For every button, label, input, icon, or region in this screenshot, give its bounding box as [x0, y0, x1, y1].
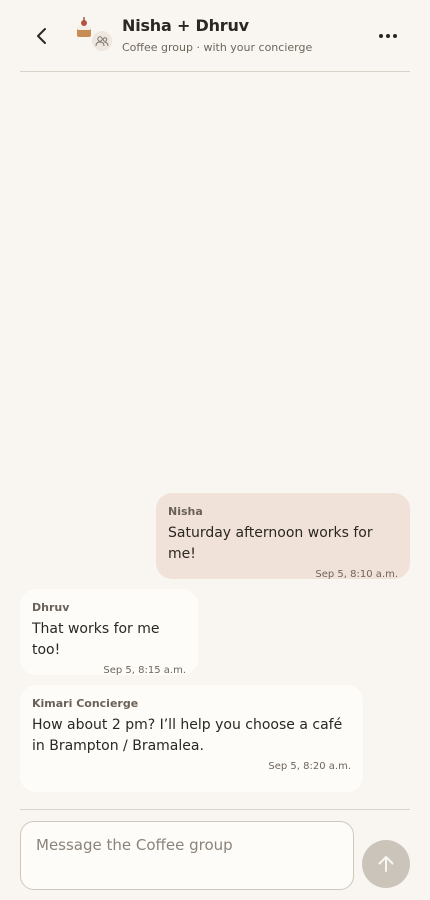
chat-title: Nisha + Dhruv: [122, 16, 249, 35]
message-text: That works for me too!: [32, 621, 160, 658]
more-options-button[interactable]: [372, 22, 404, 50]
back-button[interactable]: [28, 22, 56, 50]
send-button[interactable]: [362, 840, 410, 888]
group-avatar[interactable]: [72, 15, 114, 53]
message-text: How about 2 pm? I’ll help you choose a c…: [32, 717, 343, 754]
message-bubble[interactable]: Dhruv That works for me too! Sep 5, 8:15…: [20, 589, 198, 676]
more-dot: [386, 34, 390, 38]
group-icon: [95, 36, 109, 47]
header-divider: [20, 71, 410, 72]
message-composer[interactable]: [20, 821, 354, 890]
arrow-up-icon: [378, 856, 394, 872]
message-sender: Dhruv: [32, 601, 70, 614]
more-horizontal-icon: [379, 34, 383, 38]
message-sender: Nisha: [168, 505, 203, 518]
chat-title-block[interactable]: Nisha + Dhruv Coffee group · with your c…: [122, 16, 312, 54]
message-sender: Kimari Concierge: [32, 697, 139, 710]
chat-subtitle: Coffee group · with your concierge: [122, 41, 313, 54]
chevron-left-icon: [37, 28, 46, 44]
message-input[interactable]: [36, 836, 338, 875]
more-dot: [393, 34, 397, 38]
composer-divider: [20, 809, 410, 810]
message-text: Saturday afternoon works for me!: [168, 525, 373, 562]
group-badge: [90, 29, 114, 53]
chat-header: Nisha + Dhruv Coffee group · with your c…: [0, 0, 430, 72]
message-bubble[interactable]: Kimari Concierge How about 2 pm? I’ll he…: [20, 685, 363, 792]
message-timestamp: Sep 5, 8:15 a.m.: [103, 665, 186, 676]
message-timestamp: Sep 5, 8:10 a.m.: [315, 569, 398, 580]
message-bubble-own[interactable]: Nisha Saturday afternoon works for me! S…: [156, 493, 410, 580]
message-timestamp: Sep 5, 8:20 a.m.: [268, 761, 351, 772]
